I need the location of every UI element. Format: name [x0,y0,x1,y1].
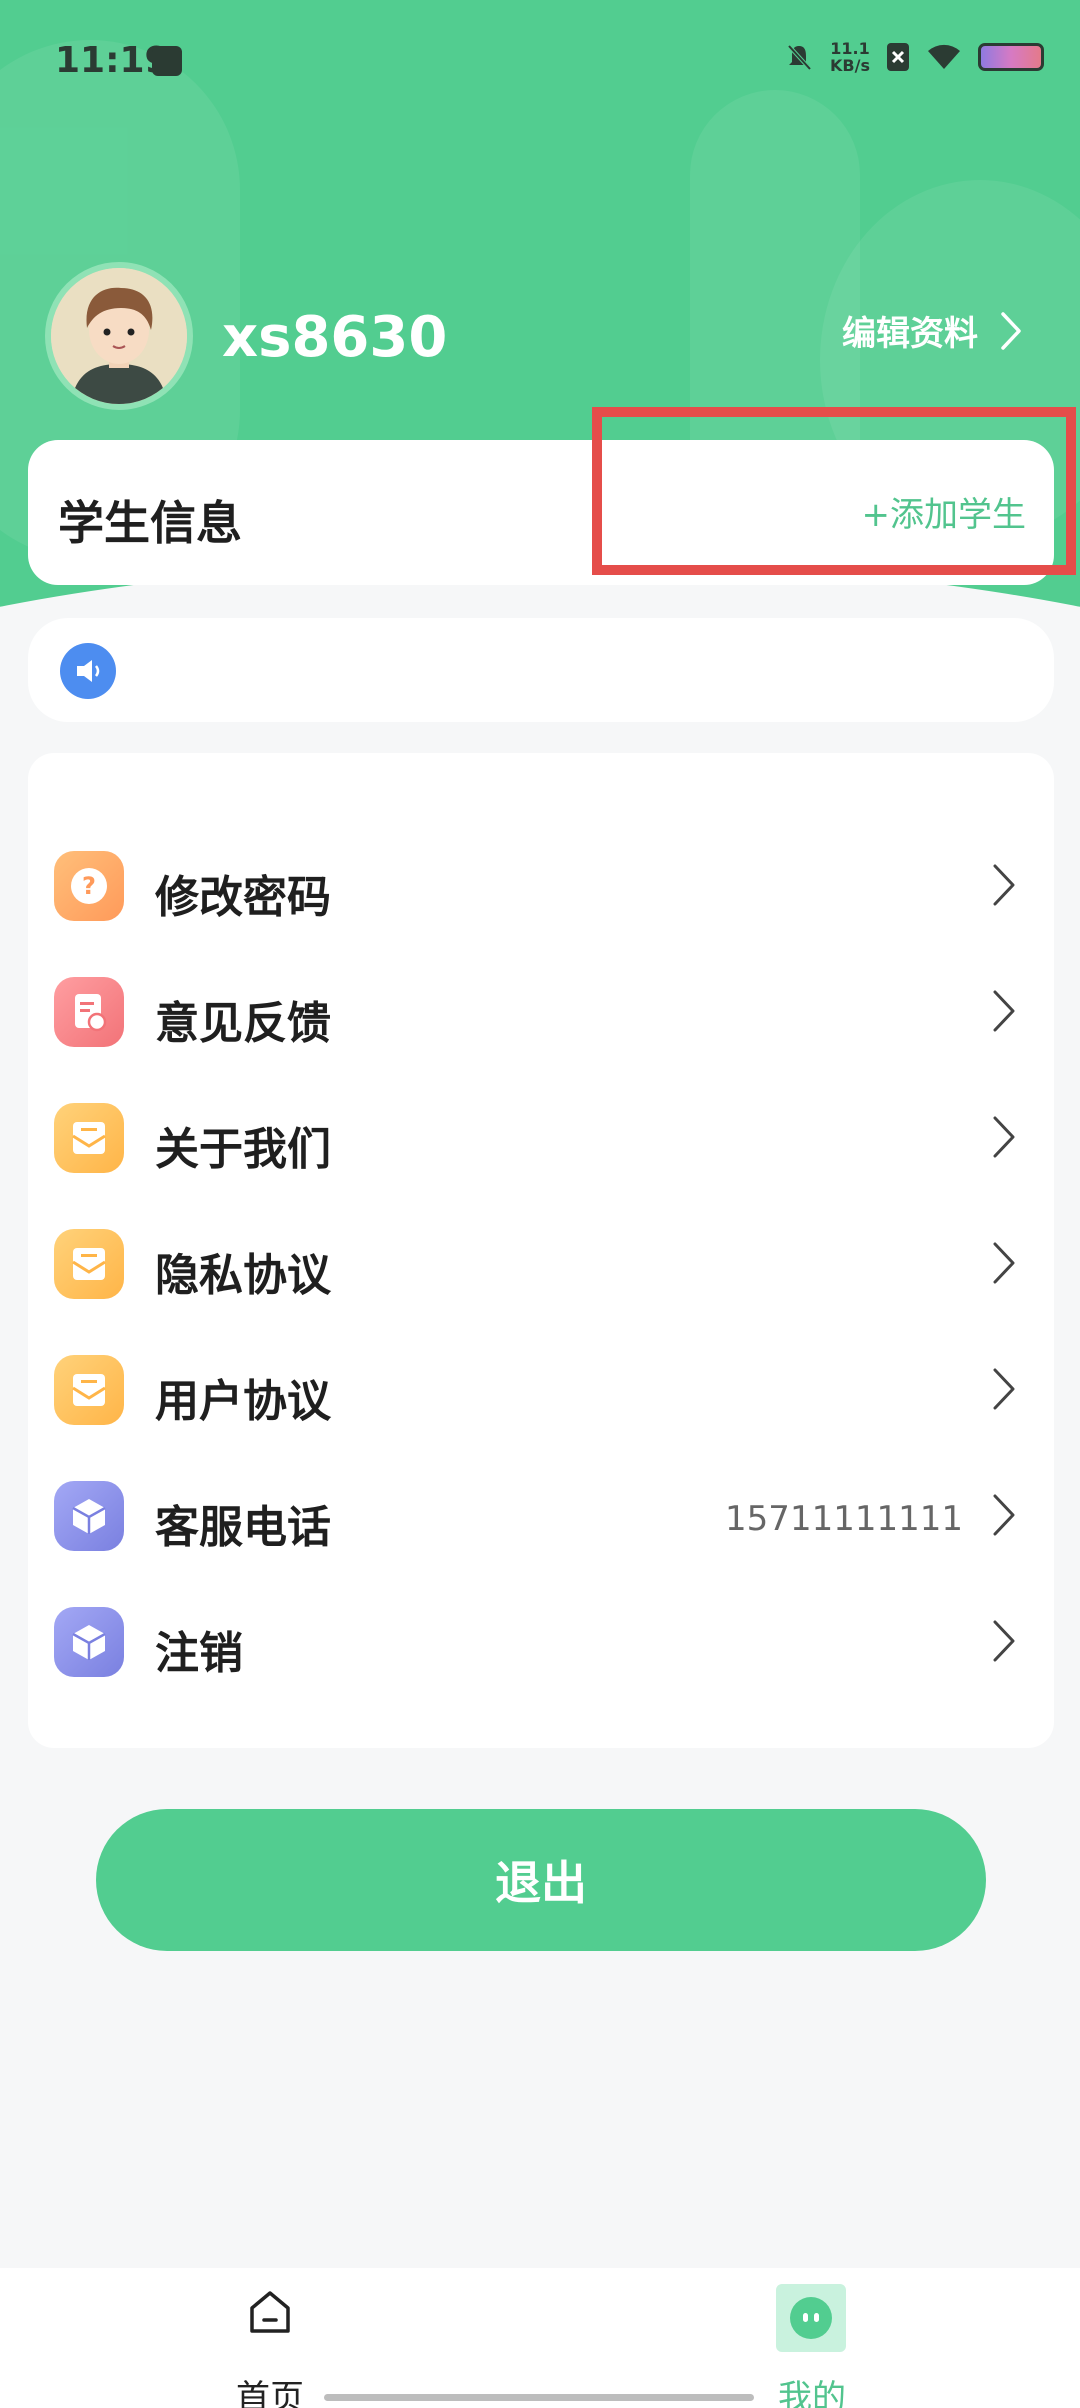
logout-button[interactable]: 退出 [96,1809,986,1951]
tab-home[interactable]: 首页 [190,2288,350,2408]
tab-home-label: 首页 [236,2378,304,2408]
menu-item-about-us[interactable]: 关于我们 [28,1073,1054,1199]
chevron-right-icon [993,1242,1015,1284]
edit-profile-button[interactable]: 编辑资料 [842,306,1022,355]
mail-icon [54,1229,124,1299]
chevron-right-icon [1001,311,1021,350]
tab-bar: 首页 我的 [0,2268,1080,2408]
menu-item-label: 客服电话 [155,1502,331,1553]
menu-item-label: 修改密码 [155,872,331,923]
home-indicator[interactable] [324,2394,754,2401]
username: xs8630 [222,305,448,370]
menu-item-user-agreement[interactable]: 用户协议 [28,1325,1054,1451]
menu-item-label: 用户协议 [155,1376,331,1427]
svg-text:?: ? [82,872,96,900]
menu-item-label: 意见反馈 [155,998,331,1049]
feedback-icon [54,977,124,1047]
edit-profile-label: 编辑资料 [842,314,978,354]
menu-item-label: 关于我们 [155,1124,331,1175]
app-notification-icon [152,46,182,76]
box-icon [54,1481,124,1551]
chevron-right-icon [993,1368,1015,1410]
menu-item-privacy-policy[interactable]: 隐私协议 [28,1199,1054,1325]
mute-icon [787,44,812,71]
chevron-right-icon [993,864,1015,906]
menu-card: ? 修改密码 意见反馈 关于我们 隐私协议 用户协议 客服电话 15711111… [28,753,1054,1748]
menu-item-customer-service[interactable]: 客服电话 15711111111 [28,1451,1054,1577]
home-icon [250,2291,290,2333]
menu-item-feedback[interactable]: 意见反馈 [28,947,1054,1073]
battery-icon [978,43,1044,71]
menu-item-deactivate[interactable]: 注销 [28,1577,1054,1703]
speaker-icon [60,643,116,699]
menu-item-label: 隐私协议 [155,1250,331,1301]
box-icon [54,1607,124,1677]
menu-item-change-password[interactable]: ? 修改密码 [28,821,1054,947]
avatar[interactable] [45,262,193,410]
mail-icon [54,1103,124,1173]
no-sim-icon [887,43,909,71]
chevron-right-icon [993,990,1015,1032]
customer-service-phone: 15711111111 [725,1499,963,1539]
highlight-box [592,407,1076,575]
network-speed: 11.1 KB/s [830,39,870,75]
avatar-illustration [51,268,187,404]
student-info-title: 学生信息 [58,496,242,550]
tab-profile-label: 我的 [778,2378,846,2408]
chevron-right-icon [993,1620,1015,1662]
mail-icon [54,1355,124,1425]
notice-bar [28,618,1054,722]
question-icon: ? [54,851,124,921]
chevron-right-icon [993,1116,1015,1158]
profile-icon [776,2284,846,2352]
menu-item-label: 注销 [155,1628,243,1679]
wifi-icon [928,44,960,69]
chevron-right-icon [993,1494,1015,1536]
status-bar: 11:19 11.1 KB/s [0,0,1080,120]
tab-profile[interactable]: 我的 [732,2284,892,2408]
